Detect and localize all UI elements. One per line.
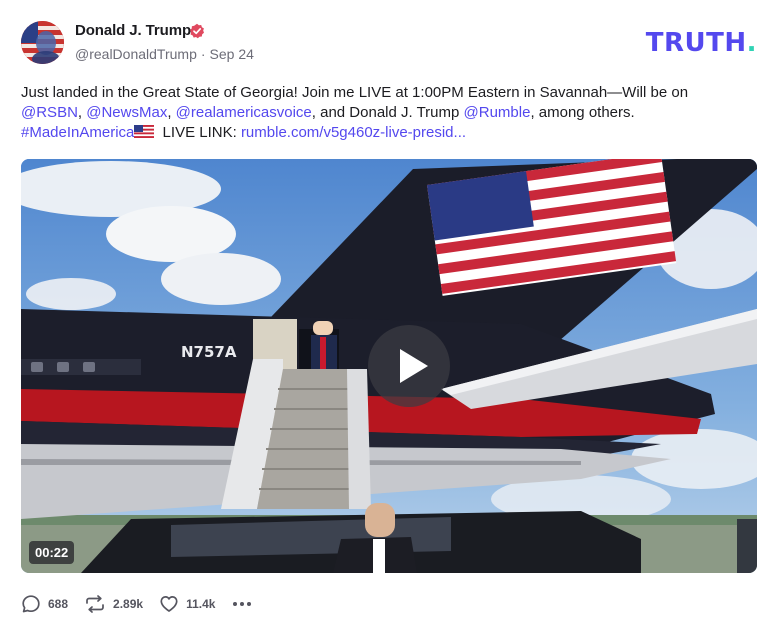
verified-badge-icon: [190, 23, 204, 39]
avatar[interactable]: [21, 21, 64, 64]
live-link[interactable]: rumble.com/v5g460z-live-presid...: [241, 124, 466, 141]
truth-post: Donald J. Trump @realDonaldTrump · Sep 24 …: [0, 0, 778, 635]
hashtag-link[interactable]: #MadeInAmerica: [21, 124, 134, 141]
retruth-button[interactable]: 2.89k: [84, 594, 143, 614]
more-icon-dot: [233, 602, 238, 606]
author-name[interactable]: Donald J. Trump: [75, 22, 191, 39]
author-meta: @realDonaldTrump · Sep 24: [75, 46, 254, 62]
truth-logo[interactable]: TRUTH.: [646, 28, 757, 58]
more-icon-dot: [240, 602, 245, 606]
brand-word: TRUTH: [645, 28, 747, 58]
reply-icon: [22, 595, 40, 613]
video-duration: 00:22: [29, 541, 75, 564]
mention-realamericasvoice-link[interactable]: @realamericasvoice: [176, 104, 312, 121]
post-text-segment: Just landed in the Great State of Georgi…: [21, 84, 689, 101]
post-text-segment: , among others.: [530, 104, 635, 121]
play-icon: [400, 349, 428, 383]
heart-icon: [160, 596, 178, 612]
post-date[interactable]: Sep 24: [210, 46, 254, 62]
brand-period: .: [746, 28, 757, 58]
reply-button[interactable]: 688: [21, 594, 68, 614]
mention-rumble-link[interactable]: @Rumble: [464, 104, 531, 121]
post-text: Just landed in the Great State of Georgi…: [21, 83, 751, 143]
video-player[interactable]: N757A 00:22: [21, 159, 757, 573]
post-actions: 688 2.89k 11.4k: [21, 591, 254, 617]
tail-number-text: N757A: [181, 343, 237, 361]
like-button[interactable]: 11.4k: [159, 594, 215, 614]
post-text-segment: , and Donald J. Trump: [311, 104, 464, 121]
more-icon-dot: [247, 602, 252, 606]
post-text-segment: LIVE LINK:: [158, 124, 241, 141]
us-flag-emoji-icon: [134, 125, 155, 138]
retruth-icon: [86, 595, 104, 613]
flag-portrait-avatar-icon: [21, 21, 64, 64]
retruth-count: 2.89k: [113, 597, 144, 611]
meta-separator: ·: [200, 46, 206, 62]
mention-rsbn-link[interactable]: @RSBN: [21, 104, 78, 121]
more-button[interactable]: [233, 602, 254, 606]
post-text-segment: ,: [167, 104, 176, 121]
play-button[interactable]: [368, 325, 450, 407]
mention-newsmax-link[interactable]: @NewsMax: [86, 104, 167, 121]
reply-count: 688: [48, 597, 69, 611]
like-count: 11.4k: [186, 597, 216, 611]
author-handle[interactable]: @realDonaldTrump: [75, 46, 197, 62]
post-text-segment: ,: [77, 104, 87, 121]
